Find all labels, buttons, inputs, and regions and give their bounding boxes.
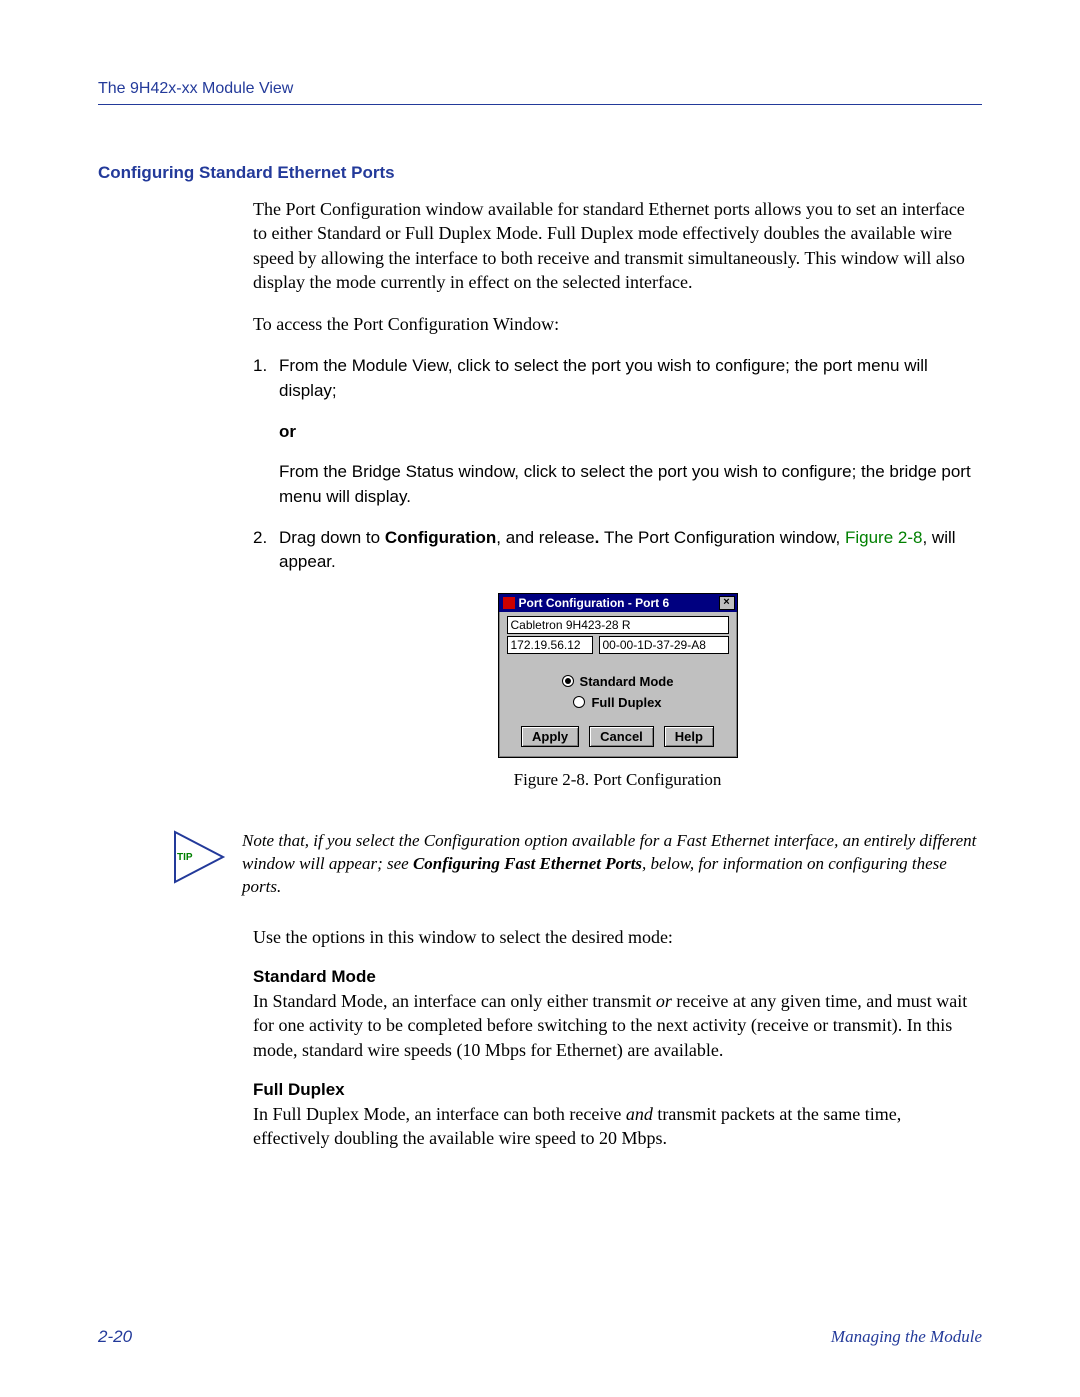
step-2-text: Drag down to Configuration, and release.… <box>279 526 982 575</box>
close-icon[interactable]: × <box>719 596 735 610</box>
radio-full-duplex-label: Full Duplex <box>591 695 661 710</box>
fd-text-a: In Full Duplex Mode, an interface can bo… <box>253 1104 626 1124</box>
ip-field[interactable]: 172.19.56.12 <box>507 636 593 654</box>
dialog-title: Port Configuration - Port 6 <box>519 596 670 610</box>
step-2-bold: Configuration <box>385 528 496 547</box>
full-duplex-paragraph: In Full Duplex Mode, an interface can bo… <box>253 1102 982 1151</box>
std-text-a: In Standard Mode, an interface can only … <box>253 991 656 1011</box>
page-number: 2-20 <box>98 1327 132 1347</box>
mac-field[interactable]: 00-00-1D-37-29-A8 <box>599 636 729 654</box>
radio-full-duplex[interactable]: Full Duplex <box>573 695 661 710</box>
radio-standard-label: Standard Mode <box>580 674 674 689</box>
apply-button[interactable]: Apply <box>521 726 579 747</box>
step-number: 2. <box>253 526 279 575</box>
intro-paragraph-1: The Port Configuration window available … <box>253 197 982 294</box>
step-1b-text: From the Bridge Status window, click to … <box>279 460 982 509</box>
tip-bold: Configuring Fast Ethernet Ports <box>413 854 642 873</box>
step-1-text: From the Module View, click to select th… <box>279 354 982 403</box>
full-duplex-heading: Full Duplex <box>253 1080 982 1100</box>
intro-paragraph-2: To access the Port Configuration Window: <box>253 312 982 336</box>
cancel-button[interactable]: Cancel <box>589 726 654 747</box>
device-name-field[interactable]: Cabletron 9H423-28 R <box>507 616 729 634</box>
port-configuration-dialog: Port Configuration - Port 6 × Cabletron … <box>498 593 738 758</box>
tip-note: TIP Note that, if you select the Configu… <box>98 830 982 899</box>
figure-link[interactable]: Figure 2-8 <box>845 528 922 547</box>
step-2-pre: Drag down to <box>279 528 385 547</box>
step-2-mid2: The Port Configuration window, <box>604 528 845 547</box>
std-or: or <box>656 991 672 1011</box>
usage-paragraph: Use the options in this window to select… <box>253 925 982 949</box>
app-icon <box>503 597 515 609</box>
dialog-titlebar[interactable]: Port Configuration - Port 6 × <box>499 594 737 612</box>
step-or: or <box>279 420 982 445</box>
steps-list: 1. From the Module View, click to select… <box>253 354 982 574</box>
figure-caption: Figure 2-8. Port Configuration <box>253 770 982 790</box>
radio-icon <box>573 696 585 708</box>
tip-label: TIP <box>177 852 193 863</box>
step-2-dot: . <box>595 528 604 547</box>
section-title: Configuring Standard Ethernet Ports <box>98 163 982 183</box>
standard-mode-paragraph: In Standard Mode, an interface can only … <box>253 989 982 1062</box>
help-button[interactable]: Help <box>664 726 714 747</box>
chapter-title: Managing the Module <box>831 1327 982 1347</box>
step-2-mid1: , and release <box>496 528 594 547</box>
page-header: The 9H42x-xx Module View <box>98 80 982 104</box>
step-number: 1. <box>253 354 279 403</box>
standard-mode-heading: Standard Mode <box>253 967 982 987</box>
radio-standard-mode[interactable]: Standard Mode <box>562 674 674 689</box>
page-footer: 2-20 Managing the Module <box>98 1327 982 1347</box>
radio-icon <box>562 675 574 687</box>
tip-arrow-icon: TIP <box>173 830 228 885</box>
fd-and: and <box>626 1104 653 1124</box>
header-rule <box>98 104 982 105</box>
